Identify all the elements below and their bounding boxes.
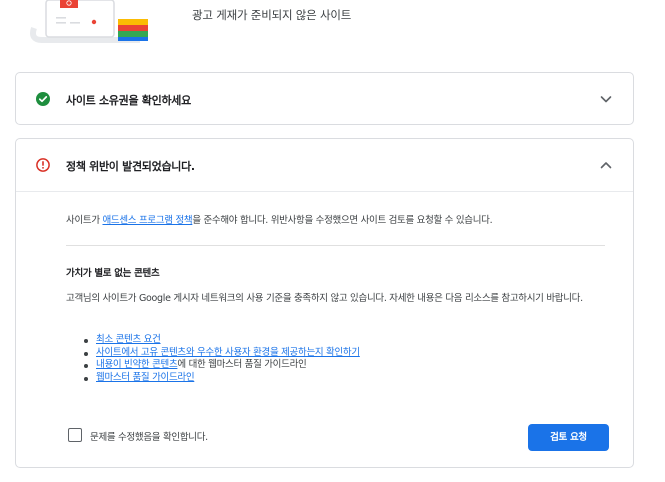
chevron-down-icon[interactable] xyxy=(599,92,613,106)
ownership-card-header[interactable]: 사이트 소유권을 확인하세요 xyxy=(16,73,633,126)
violation-title: 가치가 별로 없는 콘텐츠 xyxy=(66,268,160,279)
thin-content-link[interactable]: 내용이 빈약한 콘텐츠 xyxy=(96,359,178,370)
site-status-heading: 광고 게재가 준비되지 않은 사이트 xyxy=(192,8,352,22)
confirm-fixed-label[interactable]: 문제를 수정했음을 확인합니다. xyxy=(90,429,208,443)
list-item: 사이트에서 고유 콘텐츠와 우수한 사용자 환경을 제공하는지 확인하기 xyxy=(82,347,360,360)
policy-summary: 사이트가 애드센스 프로그램 정책을 준수해야 합니다. 위반사항을 수정했으면… xyxy=(66,212,493,226)
min-content-requirements-link[interactable]: 최소 콘텐츠 요건 xyxy=(96,334,161,345)
resource-list: 최소 콘텐츠 요건 사이트에서 고유 콘텐츠와 우수한 사용자 환경을 제공하는… xyxy=(82,334,360,384)
list-item: 웹마스터 품질 가이드라인 xyxy=(82,372,360,385)
resource-suffix: 에 대한 웹마스터 품질 가이드라인 xyxy=(177,359,307,370)
hero-banner: 광고 게재가 준비되지 않은 사이트 xyxy=(0,0,665,62)
list-item: 최소 콘텐츠 요건 xyxy=(82,334,360,347)
policy-card-title: 정책 위반이 발견되었습니다. xyxy=(66,160,195,173)
webmaster-guidelines-link[interactable]: 웹마스터 품질 가이드라인 xyxy=(96,372,195,383)
ownership-card-title: 사이트 소유권을 확인하세요 xyxy=(66,94,191,107)
summary-suffix: 을 준수해야 합니다. 위반사항을 수정했으면 사이트 검토를 요청할 수 있습… xyxy=(192,215,493,226)
unique-content-link[interactable]: 사이트에서 고유 콘텐츠와 우수한 사용자 환경을 제공하는지 확인하기 xyxy=(96,347,360,358)
summary-prefix: 사이트가 xyxy=(66,215,103,226)
check-circle-icon xyxy=(36,92,50,106)
error-circle-icon xyxy=(36,158,50,172)
chevron-up-icon[interactable] xyxy=(599,158,613,172)
ownership-card: 사이트 소유권을 확인하세요 xyxy=(15,72,634,125)
policy-violation-card: 정책 위반이 발견되었습니다. 사이트가 애드센스 프로그램 정책을 준수해야 … xyxy=(15,138,634,468)
confirm-fixed-checkbox[interactable] xyxy=(68,428,82,442)
section-divider xyxy=(66,245,605,246)
request-review-button[interactable]: 검토 요청 xyxy=(528,424,609,451)
policy-card-header[interactable]: 정책 위반이 발견되었습니다. xyxy=(16,139,633,192)
card-header-divider xyxy=(16,191,633,192)
site-illustration xyxy=(30,0,148,43)
violation-description: 고객님의 사이트가 Google 게시자 네트워크의 사용 기준을 충족하지 않… xyxy=(66,293,583,304)
adsense-policy-link[interactable]: 애드센스 프로그램 정책 xyxy=(102,215,192,226)
list-item: 내용이 빈약한 콘텐츠에 대한 웹마스터 품질 가이드라인 xyxy=(82,359,360,372)
